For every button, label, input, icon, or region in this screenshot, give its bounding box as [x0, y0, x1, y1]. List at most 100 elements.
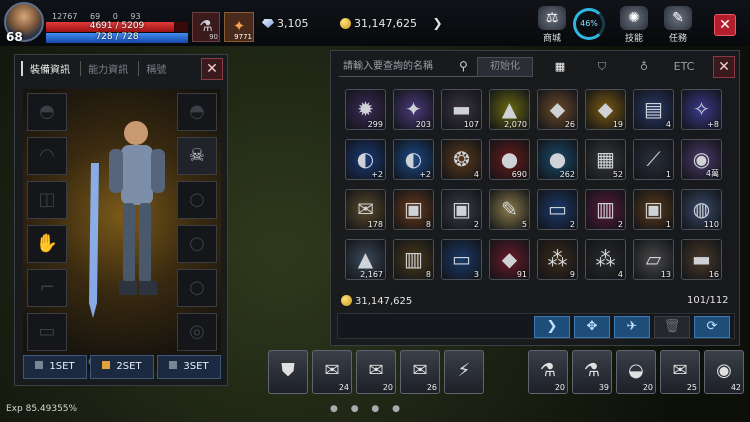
reset-button[interactable]: 初始化: [477, 57, 533, 77]
hotbar-slot[interactable]: ✉ 24: [312, 350, 352, 394]
inventory-item[interactable]: ▣ 1: [633, 189, 674, 230]
slot-earring-left[interactable]: ◓: [27, 93, 67, 131]
inventory-item[interactable]: ▤ 4: [633, 89, 674, 130]
hotbar-slot[interactable]: ⛊: [268, 350, 308, 394]
set-button-2[interactable]: 2SET: [90, 355, 154, 379]
slot-ring-3[interactable]: ○: [177, 269, 217, 307]
inventory-item[interactable]: ▣ 2: [441, 189, 482, 230]
inventory-item[interactable]: ◍ 110: [681, 189, 722, 230]
inventory-item[interactable]: ▬ 16: [681, 239, 722, 280]
filter-etc-tab[interactable]: ETC: [667, 57, 701, 77]
inventory-item[interactable]: ✎ 5: [489, 189, 530, 230]
quick-slot-potion[interactable]: ⚗ 90: [192, 12, 220, 42]
tab-ability-info[interactable]: 能力資訊: [80, 61, 135, 76]
set-indicator-icon: [169, 361, 178, 369]
inventory-item[interactable]: ▲ 2,070: [489, 89, 530, 130]
quick-slot-scroll[interactable]: ✦ 9771: [224, 12, 254, 42]
tab-equipment-info[interactable]: 裝備資訊: [21, 61, 77, 76]
slot-armor[interactable]: ◫: [27, 181, 67, 219]
set-button-3[interactable]: 3SET: [157, 355, 221, 379]
inventory-item[interactable]: ⁂ 4: [585, 239, 626, 280]
inventory-item[interactable]: ⟋ 1: [633, 139, 674, 180]
search-icon[interactable]: ⚲: [459, 59, 468, 73]
pin-icon: ✈: [626, 319, 638, 334]
expand-button[interactable]: ❯: [534, 316, 570, 338]
close-equip-button[interactable]: ✕: [201, 58, 223, 80]
slot-boots[interactable]: ⌐: [27, 269, 67, 307]
inventory-item[interactable]: ▭ 2: [537, 189, 578, 230]
inventory-item[interactable]: ◐ +2: [393, 139, 434, 180]
close-inventory-button[interactable]: ✕: [713, 56, 735, 78]
pin-button[interactable]: ✈: [614, 316, 650, 338]
exp-indicator: Exp 85.49355%: [6, 404, 78, 414]
inventory-item[interactable]: ▱ 13: [633, 239, 674, 280]
inventory-item[interactable]: ◆ 26: [537, 89, 578, 130]
slot-necklace[interactable]: ☠: [177, 137, 217, 175]
hotbar-slot[interactable]: ⚗ 20: [528, 350, 568, 394]
inventory-item[interactable]: ✦ 203: [393, 89, 434, 130]
inventory-item[interactable]: ▥ 2: [585, 189, 626, 230]
slot-gloves[interactable]: ✋: [27, 225, 67, 263]
item-quantity: +2: [371, 170, 383, 179]
mp-text: 728 / 728: [95, 32, 139, 42]
hotbar-slot[interactable]: ⚗ 39: [572, 350, 612, 394]
item-quantity: 2: [617, 220, 623, 229]
item-quantity: 2,167: [360, 270, 383, 279]
hotbar-slot[interactable]: ✉ 26: [400, 350, 440, 394]
hotbar-slot[interactable]: ◒ 20: [616, 350, 656, 394]
set-button-1[interactable]: 1SET: [23, 355, 87, 379]
progress-circle[interactable]: 46%: [573, 8, 605, 40]
item-quantity: 107: [463, 120, 479, 129]
menu-quest[interactable]: ✎ 任務: [658, 6, 698, 44]
menu-skill[interactable]: ✺ 技能: [614, 6, 654, 44]
player-stats: 12767 69 0 93: [52, 12, 141, 21]
close-menu-button[interactable]: ✕: [714, 14, 736, 36]
inventory-item[interactable]: ✧ +8: [681, 89, 722, 130]
filter-all-tab[interactable]: ▦: [543, 57, 577, 77]
slot-bracelet[interactable]: ◎: [177, 313, 217, 351]
inventory-item[interactable]: ● 690: [489, 139, 530, 180]
inventory-item[interactable]: ● 262: [537, 139, 578, 180]
hotbar-item-icon: ⚗: [583, 360, 601, 381]
hotbar-slot[interactable]: ◉ 42: [704, 350, 744, 394]
hotbar-slot[interactable]: ⚡: [444, 350, 484, 394]
inventory-item[interactable]: ✉ 178: [345, 189, 386, 230]
slot-ring-2[interactable]: ○: [177, 225, 217, 263]
sort-button[interactable]: ⟳: [694, 316, 730, 338]
inventory-item[interactable]: ▲ 2,167: [345, 239, 386, 280]
hotbar-item-icon: ✉: [672, 360, 688, 381]
inventory-item[interactable]: ▬ 107: [441, 89, 482, 130]
inventory-item[interactable]: ◆ 91: [489, 239, 530, 280]
inventory-item[interactable]: ✹ 299: [345, 89, 386, 130]
inventory-item[interactable]: ▦ 52: [585, 139, 626, 180]
item-quantity: +8: [707, 120, 719, 129]
item-quantity: 4: [665, 120, 671, 129]
slot-ring-1[interactable]: ○: [177, 181, 217, 219]
menu-shop-label: 商城: [542, 34, 561, 44]
menu-shop[interactable]: ⚖ 商城: [532, 6, 572, 44]
inventory-item[interactable]: ▥ 8: [393, 239, 434, 280]
inventory-item[interactable]: ❂ 4: [441, 139, 482, 180]
move-button[interactable]: ✥: [574, 316, 610, 338]
delete-button[interactable]: 🗑: [654, 316, 690, 338]
inventory-item[interactable]: ◆ 19: [585, 89, 626, 130]
item-quantity: 3: [473, 270, 479, 279]
chevron-right-icon[interactable]: ❯: [432, 16, 442, 30]
inventory-item[interactable]: ▣ 8: [393, 189, 434, 230]
inventory-item[interactable]: ▭ 3: [441, 239, 482, 280]
hotbar-quantity: 42: [730, 383, 741, 392]
hotbar-slot[interactable]: ✉ 20: [356, 350, 396, 394]
slot-belt[interactable]: ▭: [27, 313, 67, 351]
tab-title[interactable]: 稱號: [138, 61, 173, 76]
item-quantity: 110: [703, 220, 719, 229]
gold-amount: 31,147,625: [354, 17, 417, 30]
inventory-item[interactable]: ◉ 4萬: [681, 139, 722, 180]
filter-consumable-tab[interactable]: ♁: [627, 57, 661, 77]
hotbar-slot[interactable]: ✉ 25: [660, 350, 700, 394]
item-quantity: 8: [425, 270, 431, 279]
inventory-item[interactable]: ◐ +2: [345, 139, 386, 180]
filter-equipment-tab[interactable]: ⛉: [585, 57, 619, 77]
slot-helmet[interactable]: ◠: [27, 137, 67, 175]
slot-earring-right[interactable]: ◓: [177, 93, 217, 131]
inventory-item[interactable]: ⁂ 9: [537, 239, 578, 280]
